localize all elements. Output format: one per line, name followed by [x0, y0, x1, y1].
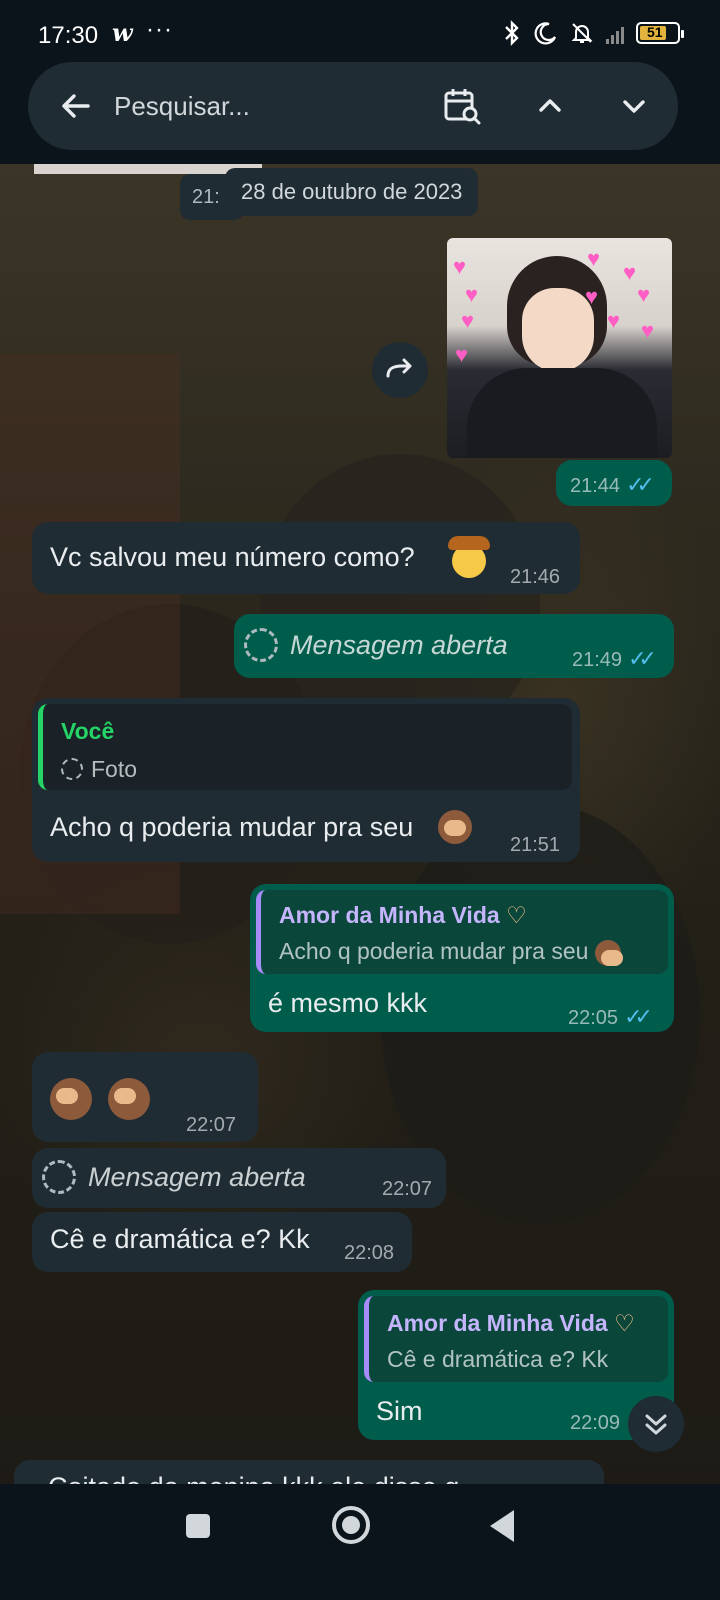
message-time: 22:09 [570, 1412, 621, 1434]
heart-sticker-icon: ♥ [453, 254, 467, 279]
quoted-text: Acho q poderia mudar pra seu [279, 938, 623, 966]
message-bubble[interactable]: Vc salvou meu número como? 21:46 [32, 522, 580, 594]
reply-message-bubble[interactable]: Você Foto Acho q poderia mudar pra seu 2… [32, 698, 580, 862]
bluetooth-icon [505, 20, 519, 46]
quoted-message[interactable]: Você Foto [38, 704, 572, 790]
chevron-down-icon[interactable] [612, 84, 656, 128]
see-no-evil-monkey-icon [438, 810, 472, 844]
heart-sticker-icon: ♥ [465, 282, 479, 307]
date-separator: 28 de outubro de 2023 [225, 168, 479, 216]
status-time: 17:30 [38, 22, 99, 49]
quoted-author: Amor da Minha Vida ♡ [279, 902, 527, 928]
view-once-label: Mensagem aberta [88, 1162, 306, 1192]
quoted-author: Você [61, 718, 115, 744]
heart-sticker-icon: ♥ [607, 308, 621, 333]
forward-button[interactable] [372, 342, 428, 398]
double-chevron-down-icon [645, 1414, 667, 1435]
photo-message[interactable]: ♥ ♥ ♥ ♥ ♥ ♥ ♥ ♥ ♥ ♥ [447, 238, 672, 458]
quoted-author: Amor da Minha Vida ♡ [387, 1310, 635, 1336]
message-time: 21:51 [510, 834, 561, 856]
message-time: 22:07 [382, 1178, 433, 1200]
cowboy-emoji-icon [448, 536, 490, 578]
see-no-evil-monkey-icon [50, 1078, 92, 1120]
message-time: 21:46 [510, 566, 561, 588]
bell-off-icon [571, 23, 593, 43]
quoted-text: Foto [91, 756, 138, 782]
scroll-to-bottom-button[interactable] [628, 1396, 684, 1452]
see-no-evil-monkey-icon [108, 1078, 150, 1120]
moon-icon [534, 22, 557, 45]
battery-icon: 51 [636, 22, 684, 44]
message-bubble[interactable]: Cê e dramática e? Kk 22:08 [32, 1212, 412, 1272]
message-time: 22:08 [344, 1242, 395, 1264]
message-time: 21:44 ✓✓ [570, 472, 655, 497]
message-text: é mesmo kkk [268, 988, 428, 1018]
chat-area[interactable]: 21: 28 de outubro de 2023 ♥ ♥ ♥ ♥ ♥ ♥ ♥ … [0, 164, 720, 1514]
view-once-icon [42, 1160, 76, 1194]
back-arrow-icon[interactable] [54, 84, 98, 128]
heart-sticker-icon: ♥ [461, 308, 475, 333]
heart-hands-icon: ♡ [614, 1310, 635, 1336]
quoted-message[interactable]: Amor da Minha Vida ♡ Acho q poderia muda… [256, 890, 668, 974]
app-notification-icon: w [112, 18, 133, 47]
heart-sticker-icon: ♥ [641, 318, 655, 343]
heart-sticker-icon: ♥ [585, 284, 599, 309]
message-text: Cê e dramática e? Kk [50, 1224, 310, 1254]
reply-message-bubble[interactable]: Amor da Minha Vida ♡ Acho q poderia muda… [250, 884, 674, 1032]
heart-sticker-icon: ♥ [623, 260, 637, 285]
reply-message-bubble[interactable]: Amor da Minha Vida ♡ Cê e dramática e? K… [358, 1290, 674, 1440]
home-icon[interactable] [332, 1506, 370, 1544]
message-time: 22:07 [186, 1114, 237, 1136]
heart-sticker-icon: ♥ [587, 246, 601, 271]
message-time: 22:05 ✓✓ [568, 1004, 653, 1029]
double-check-icon: ✓✓ [624, 1004, 653, 1029]
top-bar: 17:30 w ··· 51 [0, 0, 720, 164]
view-once-icon [244, 628, 278, 662]
calendar-search-icon[interactable] [440, 84, 484, 128]
double-check-icon: ✓✓ [626, 472, 655, 497]
emoji-message-bubble[interactable]: 22:07 [32, 1052, 258, 1142]
heart-sticker-icon: ♥ [637, 282, 651, 307]
double-check-icon: ✓✓ [628, 646, 657, 671]
message-text: Vc salvou meu número como? [50, 542, 415, 572]
heart-sticker-icon: ♥ [455, 342, 469, 367]
quoted-text: Cê e dramática e? Kk [387, 1346, 609, 1372]
search-bar [28, 62, 678, 150]
view-once-bubble[interactable]: Mensagem aberta 22:07 [32, 1148, 446, 1208]
see-no-evil-monkey-icon [594, 939, 623, 966]
view-once-label: Mensagem aberta [290, 630, 508, 660]
more-notifications-icon: ··· [146, 16, 173, 43]
signal-icon [606, 22, 624, 44]
search-input[interactable] [114, 80, 414, 132]
battery-level: 51 [647, 24, 663, 40]
status-bar: 17:30 w ··· 51 [0, 0, 720, 64]
forward-icon [386, 358, 412, 378]
message-time: 21:49 ✓✓ [572, 646, 657, 671]
status-icons: 51 [502, 20, 684, 46]
view-once-icon [61, 758, 83, 780]
recent-apps-icon[interactable] [186, 1514, 210, 1538]
image-time-bubble: 21:44 ✓✓ [556, 460, 672, 506]
view-once-bubble[interactable]: Mensagem aberta 21:49 ✓✓ [234, 614, 674, 678]
message-text: Acho q poderia mudar pra seu [50, 812, 414, 842]
message-text: Sim [376, 1396, 423, 1426]
quoted-message[interactable]: Amor da Minha Vida ♡ Cê e dramática e? K… [364, 1296, 668, 1382]
system-back-icon[interactable] [490, 1510, 514, 1542]
system-nav-bar [0, 1484, 720, 1600]
heart-hands-icon: ♡ [506, 902, 527, 928]
chevron-up-icon[interactable] [528, 84, 572, 128]
